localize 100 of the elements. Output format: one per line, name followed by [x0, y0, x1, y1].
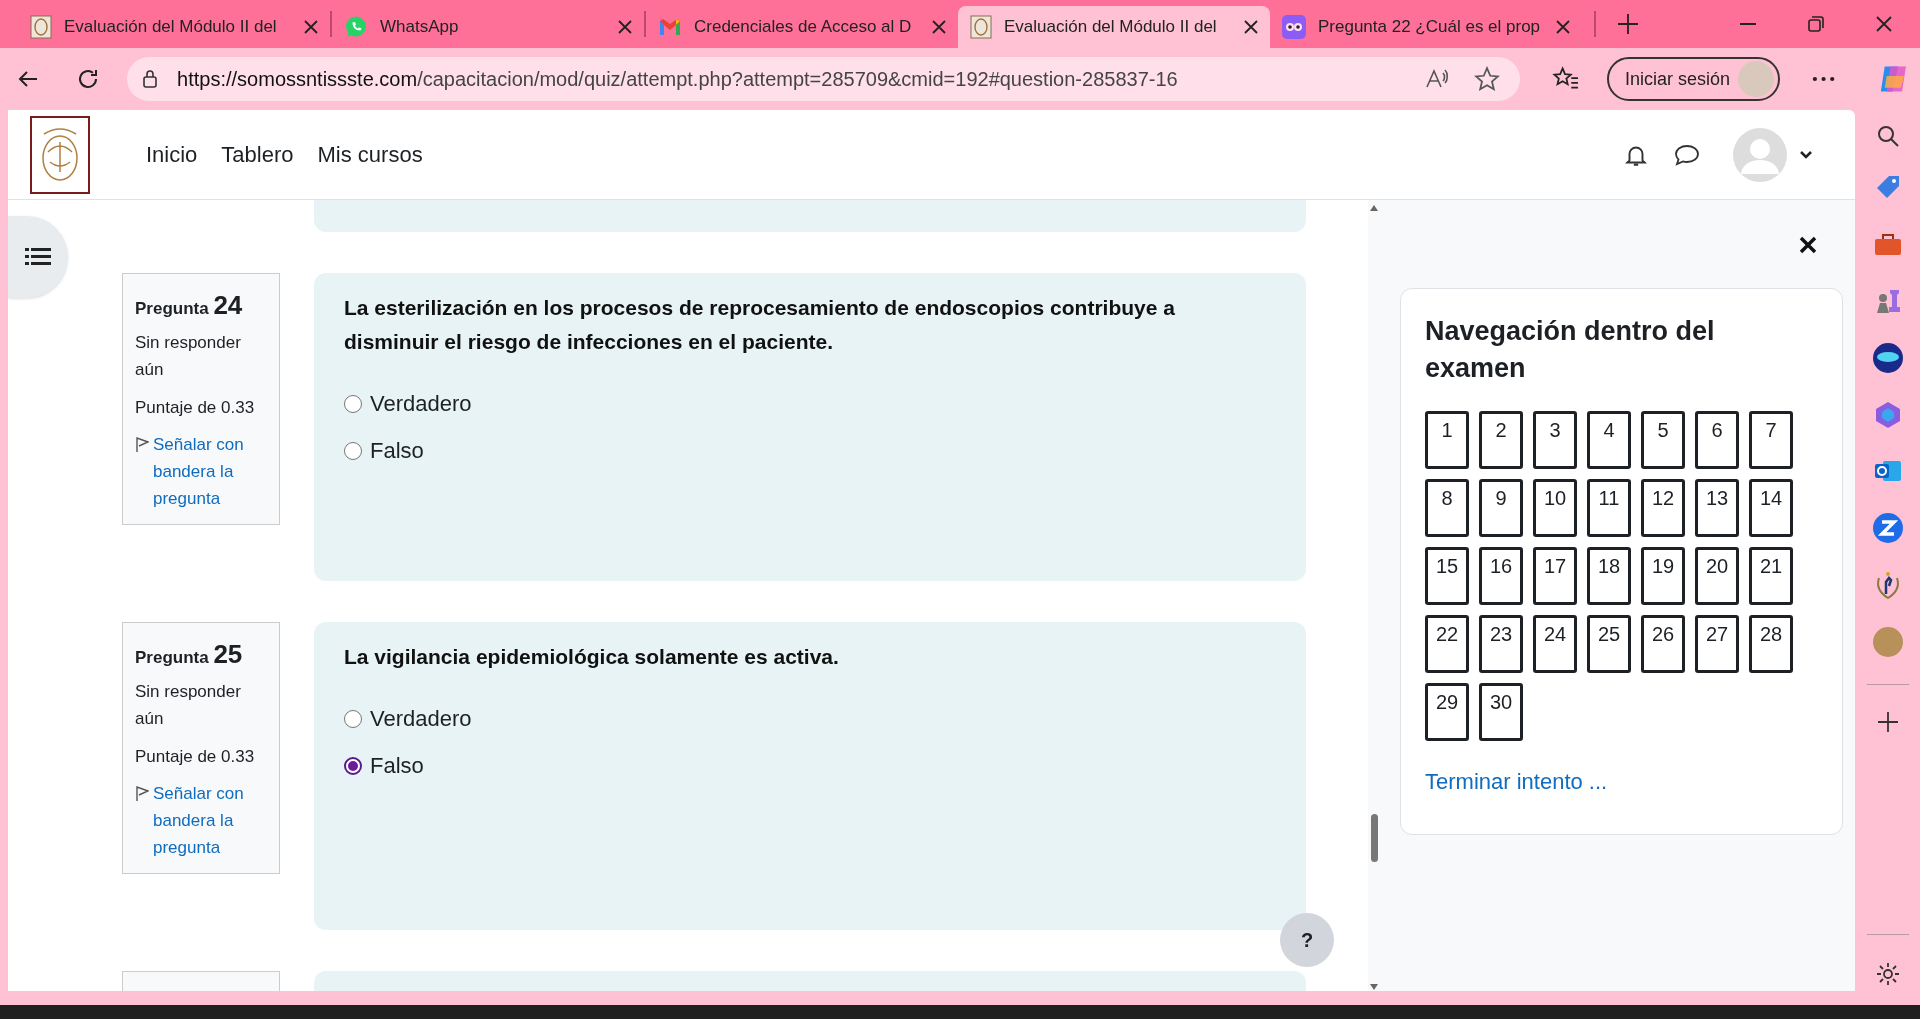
user-avatar-icon	[1733, 127, 1787, 182]
close-icon[interactable]	[618, 20, 632, 34]
question-status: Sin responder aún	[135, 681, 242, 730]
question-nav-button[interactable]: 25	[1587, 615, 1631, 673]
question-nav-button[interactable]: 11	[1587, 479, 1631, 537]
browser-tab[interactable]: Evaluación del Módulo II del	[18, 6, 330, 48]
chevron-down-icon	[1799, 149, 1813, 160]
url-text: https://somossntissste.com/capacitacion/mod/quiz/attempt.php?attempt=285709&cmid=192#question-285837-16	[177, 67, 1178, 92]
search-icon[interactable]	[1875, 124, 1900, 148]
question-nav-button[interactable]: 4	[1587, 411, 1631, 469]
question-nav-button[interactable]: 24	[1533, 615, 1577, 673]
close-icon[interactable]	[932, 20, 946, 34]
radio-button[interactable]	[344, 709, 362, 728]
close-icon[interactable]	[304, 20, 318, 34]
question-nav-button[interactable]: 15	[1425, 547, 1469, 605]
nav-link[interactable]: Tablero	[221, 138, 294, 171]
question-nav-button[interactable]: 17	[1533, 547, 1577, 605]
browser-tab[interactable]: Evaluación del Módulo II del	[958, 6, 1270, 48]
tab-title: Evaluación del Módulo II del	[1004, 16, 1218, 39]
question-nav-button[interactable]: 14	[1749, 479, 1793, 537]
nav-link[interactable]: Inicio	[146, 138, 198, 171]
question-number: Pregunta 25	[135, 638, 244, 671]
scroll-down-arrow-icon	[1370, 984, 1378, 990]
question-nav-button[interactable]: 23	[1479, 615, 1523, 673]
emblem-favicon-icon	[30, 15, 52, 39]
question-nav-button[interactable]: 1	[1425, 411, 1469, 469]
question-nav-button[interactable]: 19	[1641, 547, 1685, 605]
browser-tab[interactable]: Credenciales de Acceso al D	[646, 6, 958, 48]
tab-title: Evaluación del Módulo II del	[64, 16, 278, 39]
sign-in-button[interactable]: Iniciar sesión	[1607, 57, 1781, 101]
tab-title: Credenciales de Acceso al D	[694, 16, 913, 39]
flag-icon	[135, 436, 149, 453]
tab-title: WhatsApp	[380, 16, 460, 39]
radio-button[interactable]	[344, 441, 362, 460]
close-icon[interactable]	[1556, 20, 1570, 34]
tab-title: Pregunta 22 ¿Cuál es el prop	[1318, 16, 1542, 39]
emblem-favicon-icon	[970, 15, 992, 39]
question-nav-button[interactable]: 21	[1749, 547, 1793, 605]
nav-link[interactable]: Mis cursos	[317, 138, 423, 171]
union-logo[interactable]	[30, 115, 90, 194]
question-nav-button[interactable]: 22	[1425, 615, 1469, 673]
flag-question-link[interactable]: Señalar con bandera la pregunta	[153, 430, 267, 512]
circle-logo-icon[interactable]	[1871, 342, 1904, 374]
browser-tab[interactable]: WhatsApp	[332, 6, 644, 48]
question-score: Puntaje de 0.33	[135, 746, 256, 768]
question-nav-button[interactable]: 6	[1695, 411, 1739, 469]
question-nav-button[interactable]: 3	[1533, 411, 1577, 469]
answer-option[interactable]: Verdadero	[344, 702, 1276, 735]
profile-photo-icon	[1738, 61, 1775, 97]
question-nav-button[interactable]: 26	[1641, 615, 1685, 673]
flag-question-link[interactable]: Señalar con bandera la pregunta	[153, 779, 267, 861]
settings-icon[interactable]	[1874, 961, 1901, 987]
finish-attempt-link[interactable]: Terminar intento ...	[1425, 765, 1818, 798]
question-nav-button[interactable]: 27	[1695, 615, 1739, 673]
question-nav-button[interactable]: 12	[1641, 479, 1685, 537]
answer-option[interactable]: Falso	[344, 749, 1276, 782]
course-index-toggle[interactable]	[8, 216, 68, 298]
question-nav-button[interactable]: 30	[1479, 683, 1523, 741]
question-nav-button[interactable]: 9	[1479, 479, 1523, 537]
question-nav-button[interactable]: 7	[1749, 411, 1793, 469]
question-nav-button[interactable]: 5	[1641, 411, 1685, 469]
z-logo-icon[interactable]	[1871, 512, 1904, 544]
question-nav-button[interactable]: 28	[1749, 615, 1793, 673]
favorite-star-icon[interactable]	[1474, 66, 1501, 92]
favorites-icon[interactable]	[1552, 66, 1580, 92]
question-nav-button[interactable]: 8	[1425, 479, 1469, 537]
flag-icon	[135, 785, 149, 802]
question-nav-button[interactable]: 20	[1695, 547, 1739, 605]
chat-bubble-icon	[344, 15, 368, 39]
question-text: La vigilancia epidemiológica solamente es activa.	[344, 644, 840, 670]
restore-icon[interactable]	[1808, 16, 1824, 32]
question-status: Sin responder aún	[135, 332, 242, 381]
question-nav-button[interactable]: 16	[1479, 547, 1523, 605]
question-number: Pregunta 24	[135, 289, 244, 322]
question-text: La esterilización en los procesos de reprocesamiento de endoscopios contribuye a disminuir el riesgo de infecciones en el paciente.	[344, 295, 1176, 355]
help-button[interactable]: ?	[1280, 913, 1334, 967]
close-window-icon[interactable]	[1876, 16, 1892, 32]
close-icon[interactable]	[1244, 20, 1258, 34]
close-icon[interactable]	[1799, 236, 1817, 254]
answer-option[interactable]: Verdadero	[344, 387, 1276, 420]
question-nav-button[interactable]: 10	[1533, 479, 1577, 537]
question-nav-button[interactable]: 2	[1479, 411, 1523, 469]
question-nav-button[interactable]: 29	[1425, 683, 1469, 741]
answer-option[interactable]: Falso	[344, 434, 1276, 467]
address-bar[interactable]: https://somossntissste.com/capacitacion/mod/quiz/attempt.php?attempt=285709&cmid=192#question-285837-16	[127, 57, 1521, 101]
block-title: Navegación dentro del examen	[1425, 315, 1716, 385]
new-tab-icon[interactable]	[1618, 14, 1638, 34]
browser-tab[interactable]: Pregunta 22 ¿Cuál es el prop	[1270, 6, 1582, 48]
radio-button[interactable]	[344, 394, 362, 413]
question-nav-button[interactable]: 18	[1587, 547, 1631, 605]
envelope-m-icon	[658, 17, 682, 37]
more-options-icon[interactable]	[1812, 76, 1836, 82]
add-icon[interactable]	[1876, 711, 1899, 733]
question-score: Puntaje de 0.33	[135, 397, 256, 419]
scroll-up-arrow-icon	[1370, 205, 1378, 211]
question-nav-button[interactable]: 13	[1695, 479, 1739, 537]
radio-button[interactable]	[344, 756, 362, 775]
scrollbar-thumb[interactable]	[1371, 814, 1378, 862]
list-icon	[25, 247, 51, 267]
scrollbar[interactable]	[1368, 200, 1380, 991]
